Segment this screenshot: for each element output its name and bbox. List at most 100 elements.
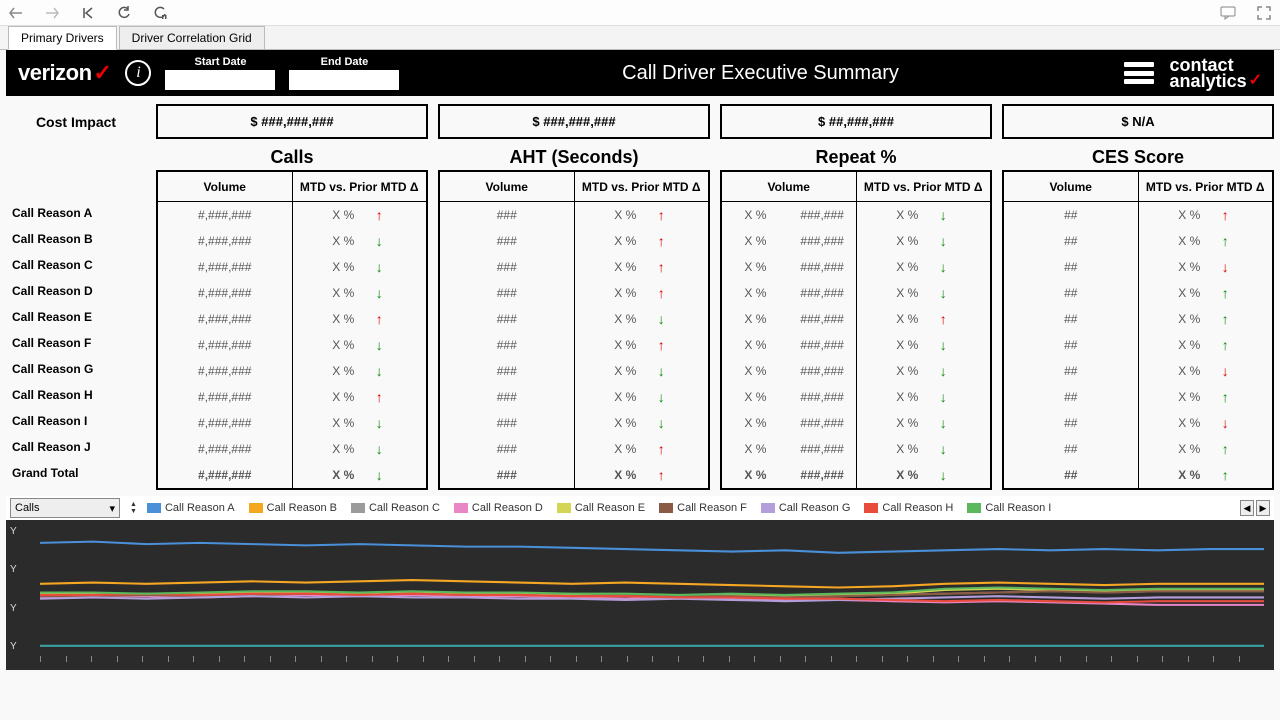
x-axis-ticks bbox=[40, 656, 1264, 666]
chart-legend: Call Reason A Call Reason B Call Reason C C… bbox=[147, 502, 1230, 514]
cell-volume: X %###,### bbox=[722, 202, 857, 228]
metric-head-repeat: Repeat % bbox=[720, 145, 992, 170]
trend-arrow-icon: ↑ bbox=[654, 207, 668, 223]
cell-volume: #,###,### bbox=[158, 410, 293, 436]
table-row: X %###,###X %↓ bbox=[722, 436, 990, 462]
cell-delta: X %↑ bbox=[575, 228, 709, 254]
legend-scroll: ◀ ▶ bbox=[1240, 500, 1270, 516]
forward-icon[interactable] bbox=[44, 5, 60, 21]
trend-arrow-icon: ↓ bbox=[1218, 259, 1232, 275]
cell-volume: X %###,### bbox=[722, 254, 857, 280]
trend-arrow-icon: ↑ bbox=[936, 311, 950, 327]
cell-delta: X %↓ bbox=[293, 332, 427, 358]
trend-chart-strip: Calls ▾ ▲▼ Call Reason ACall Reason BCal… bbox=[6, 496, 1274, 670]
trend-arrow-icon: ↓ bbox=[936, 233, 950, 249]
col-delta: MTD vs. Prior MTD Δ bbox=[857, 172, 991, 201]
legend-label: Call Reason A bbox=[165, 502, 235, 514]
trend-arrow-icon: ↓ bbox=[936, 259, 950, 275]
trend-arrow-icon: ↑ bbox=[1218, 233, 1232, 249]
cell-volume: ### bbox=[440, 306, 575, 332]
cell-volume: #,###,### bbox=[158, 358, 293, 384]
cell-volume: ## bbox=[1004, 306, 1139, 332]
end-date-group: End Date bbox=[289, 56, 399, 90]
refresh-icon[interactable] bbox=[116, 5, 132, 21]
dashboard-header: verizon✓ i Start Date End Date Call Driv… bbox=[6, 50, 1274, 96]
cell-delta: X %↓ bbox=[1139, 410, 1273, 436]
legend-item[interactable]: Call Reason C bbox=[351, 502, 440, 514]
table-row: X %###,###X %↓ bbox=[722, 280, 990, 306]
legend-item[interactable]: Call Reason E bbox=[557, 502, 645, 514]
table-row: ###X %↑ bbox=[440, 202, 708, 228]
col-volume: Volume bbox=[158, 172, 293, 201]
cell-delta: X %↑ bbox=[1139, 462, 1273, 488]
table-row: #,###,###X %↓ bbox=[158, 462, 426, 488]
legend-item[interactable]: Call Reason F bbox=[659, 502, 747, 514]
table-row: X %###,###X %↓ bbox=[722, 254, 990, 280]
trend-arrow-icon: ↓ bbox=[936, 207, 950, 223]
legend-swatch bbox=[761, 503, 775, 513]
trend-chart[interactable]: YYYY bbox=[6, 520, 1274, 670]
table-row: X %###,###X %↓ bbox=[722, 384, 990, 410]
menu-icon[interactable] bbox=[1122, 59, 1156, 87]
cell-delta: X %↓ bbox=[857, 332, 991, 358]
start-date-input[interactable] bbox=[165, 70, 275, 90]
chart-metric-select[interactable]: Calls ▾ bbox=[10, 498, 120, 518]
legend-swatch bbox=[557, 503, 571, 513]
cell-delta: X %↓ bbox=[857, 358, 991, 384]
chart-metric-select-label: Calls bbox=[15, 502, 39, 514]
cost-impact-row: Cost Impact $ ###,###,### $ ###,###,### … bbox=[0, 96, 1280, 145]
comment-icon[interactable] bbox=[1220, 5, 1236, 21]
trend-arrow-icon: ↑ bbox=[372, 389, 386, 405]
end-date-input[interactable] bbox=[289, 70, 399, 90]
trend-arrow-icon: ↑ bbox=[654, 285, 668, 301]
trend-arrow-icon: ↓ bbox=[1218, 415, 1232, 431]
table-row: ###X %↓ bbox=[440, 410, 708, 436]
row-label: Call Reason H bbox=[6, 382, 146, 408]
table-row: ##X %↑ bbox=[1004, 332, 1272, 358]
cell-delta: X %↓ bbox=[857, 228, 991, 254]
col-delta: MTD vs. Prior MTD Δ bbox=[575, 172, 709, 201]
col-volume: Volume bbox=[440, 172, 575, 201]
cell-volume: #,###,### bbox=[158, 462, 293, 488]
cell-volume: X %###,### bbox=[722, 228, 857, 254]
app-toolbar bbox=[0, 0, 1280, 26]
legend-item[interactable]: Call Reason G bbox=[761, 502, 851, 514]
legend-item[interactable]: Call Reason D bbox=[454, 502, 543, 514]
legend-item[interactable]: Call Reason I bbox=[967, 502, 1051, 514]
trend-arrow-icon: ↓ bbox=[372, 467, 386, 483]
trend-arrow-icon: ↓ bbox=[372, 259, 386, 275]
cost-box-repeat: $ ##,###,### bbox=[720, 104, 992, 139]
legend-scroll-left[interactable]: ◀ bbox=[1240, 500, 1254, 516]
cell-volume: X %###,### bbox=[722, 462, 857, 488]
cell-delta: X %↑ bbox=[1139, 436, 1273, 462]
trend-arrow-icon: ↑ bbox=[1218, 285, 1232, 301]
pause-refresh-icon[interactable] bbox=[152, 5, 168, 21]
cell-delta: X %↑ bbox=[575, 202, 709, 228]
trend-arrow-icon: ↓ bbox=[654, 311, 668, 327]
chart-controls: Calls ▾ ▲▼ Call Reason ACall Reason BCal… bbox=[6, 496, 1274, 520]
info-icon[interactable]: i bbox=[125, 60, 151, 86]
tab-primary-drivers[interactable]: Primary Drivers bbox=[8, 26, 117, 50]
legend-scroll-right[interactable]: ▶ bbox=[1256, 500, 1270, 516]
tab-driver-correlation-grid[interactable]: Driver Correlation Grid bbox=[119, 26, 265, 49]
chart-metric-stepper[interactable]: ▲▼ bbox=[130, 501, 137, 515]
legend-item[interactable]: Call Reason A bbox=[147, 502, 235, 514]
table-row: #,###,###X %↓ bbox=[158, 280, 426, 306]
cell-volume: X %###,### bbox=[722, 280, 857, 306]
cell-volume: ## bbox=[1004, 436, 1139, 462]
cell-delta: X %↑ bbox=[575, 254, 709, 280]
cell-delta: X %↓ bbox=[857, 462, 991, 488]
fullscreen-icon[interactable] bbox=[1256, 5, 1272, 21]
legend-item[interactable]: Call Reason B bbox=[249, 502, 337, 514]
cell-volume: ### bbox=[440, 462, 575, 488]
data-table: Call Reason ACall Reason BCall Reason CC… bbox=[0, 170, 1280, 490]
cell-delta: X %↓ bbox=[575, 384, 709, 410]
metric-head-calls: Calls bbox=[156, 145, 428, 170]
legend-item[interactable]: Call Reason H bbox=[864, 502, 953, 514]
table-row: ###X %↑ bbox=[440, 332, 708, 358]
back-icon[interactable] bbox=[8, 5, 24, 21]
first-page-icon[interactable] bbox=[80, 5, 96, 21]
trend-arrow-icon: ↓ bbox=[936, 285, 950, 301]
cell-volume: ### bbox=[440, 410, 575, 436]
legend-label: Call Reason H bbox=[882, 502, 953, 514]
